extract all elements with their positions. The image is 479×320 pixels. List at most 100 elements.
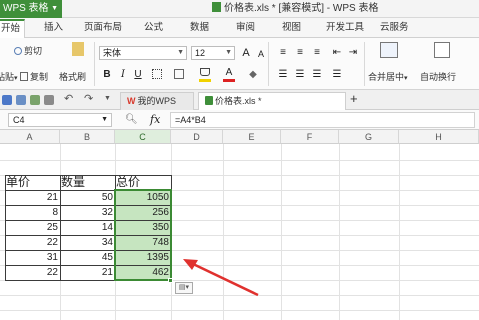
table-cell[interactable]: 34	[61, 235, 115, 250]
gridline	[281, 144, 282, 320]
formula-bar: C4 ▼ 🔍︎ fx =A4*B4	[0, 110, 479, 130]
chevron-down-icon: ▼	[101, 116, 108, 123]
borders-button[interactable]	[150, 68, 164, 82]
column-header-g[interactable]: G	[339, 130, 399, 144]
spreadsheet-grid[interactable]: A B C D E F G H 单价 数量 总价 21 50 1050 8 32…	[0, 130, 479, 320]
header-total-price[interactable]: 总价	[116, 175, 171, 190]
table-cell[interactable]: 50	[61, 190, 115, 205]
table-cell[interactable]: 22	[6, 235, 60, 250]
wrap-text-label: 自动换行	[420, 72, 457, 82]
align-left-button[interactable]: ☰	[276, 68, 290, 82]
export-pdf-icon[interactable]	[44, 95, 54, 105]
bold-button[interactable]: B	[100, 68, 114, 82]
justify-button[interactable]: ☰	[330, 68, 344, 82]
font-size-select[interactable]: 12 ▼	[191, 46, 235, 60]
ribbon: 剪切 粘贴▾ 复制 格式刷 宋体 ▼ 12 ▼ A A B I U A ◆ ≡ ≡ …	[0, 38, 479, 90]
paste-options-button[interactable]: ▤▾	[175, 282, 193, 294]
align-center-button[interactable]: ☰	[293, 68, 307, 82]
header-unit-price[interactable]: 单价	[6, 175, 60, 190]
merge-center-icon	[380, 42, 398, 60]
align-middle-button[interactable]: ≡	[293, 46, 307, 60]
font-size-value: 12	[195, 48, 206, 58]
header-quantity[interactable]: 数量	[61, 175, 115, 190]
new-tab-button[interactable]: +	[350, 92, 358, 110]
tab-price-sheet[interactable]: 价格表.xls *	[198, 92, 346, 110]
paste-label: 粘贴	[0, 72, 15, 82]
align-bottom-button[interactable]: ≡	[310, 46, 324, 60]
table-cell[interactable]: 8	[6, 205, 60, 220]
zoom-magnifier-icon[interactable]: 🔍︎	[125, 114, 138, 125]
chevron-down-icon: ▾	[185, 284, 190, 291]
column-header-a[interactable]: A	[0, 130, 60, 144]
merge-center-button[interactable]: 合并居中▾	[368, 70, 408, 83]
tab-formulas[interactable]: 公式	[144, 18, 163, 38]
grid-icon-button[interactable]	[172, 68, 186, 82]
underline-button[interactable]: U	[131, 68, 145, 82]
cell-style-icon	[174, 69, 184, 80]
fill-color-button[interactable]	[198, 66, 212, 82]
align-right-button[interactable]: ☰	[310, 68, 324, 82]
column-header-e[interactable]: E	[223, 130, 281, 144]
paste-button[interactable]: 粘贴▾	[0, 70, 18, 83]
paint-bucket-icon	[200, 68, 210, 77]
formula-text: =A4*B4	[175, 115, 206, 125]
increase-font-size-button[interactable]: A	[239, 46, 253, 60]
print-icon[interactable]	[16, 95, 26, 105]
table-cell[interactable]: 21	[61, 265, 115, 280]
paintbrush-icon	[72, 42, 84, 56]
wrap-lines-icon	[434, 42, 450, 58]
column-header-d[interactable]: D	[171, 130, 223, 144]
spreadsheet-file-icon	[205, 96, 213, 105]
tab-developer[interactable]: 开发工具	[326, 18, 364, 38]
gridline	[339, 144, 340, 320]
tab-cloud-service[interactable]: 云服务	[380, 18, 409, 38]
table-cell[interactable]: 32	[61, 205, 115, 220]
column-header-c[interactable]: C	[115, 130, 171, 144]
tab-data[interactable]: 数据	[190, 18, 209, 38]
font-color-button[interactable]: A	[222, 66, 236, 82]
tab-my-wps[interactable]: W 我的WPS	[120, 92, 194, 110]
table-cell[interactable]: 31	[6, 250, 60, 265]
table-cell[interactable]: 45	[61, 250, 115, 265]
divider	[268, 42, 269, 86]
insert-function-button[interactable]: fx	[150, 113, 160, 126]
font-name-select[interactable]: 宋体 ▼	[99, 46, 187, 60]
name-box[interactable]: C4 ▼	[8, 113, 112, 127]
decrease-font-size-button[interactable]: A	[254, 47, 268, 61]
column-header-h[interactable]: H	[399, 130, 479, 144]
print-preview-icon[interactable]	[30, 95, 40, 105]
tab-view[interactable]: 视图	[282, 18, 301, 38]
gridline	[0, 295, 479, 296]
column-header-f[interactable]: F	[281, 130, 339, 144]
table-cell[interactable]: 25	[6, 220, 60, 235]
tab-insert[interactable]: 插入	[44, 18, 63, 38]
wrap-text-button[interactable]: 自动换行	[420, 70, 456, 83]
tab-page-layout[interactable]: 页面布局	[84, 18, 122, 38]
tab-home[interactable]: 开始	[0, 19, 26, 39]
redo-icon[interactable]: ↷	[84, 92, 94, 105]
italic-button[interactable]: I	[116, 68, 130, 82]
window-title-text: 价格表.xls * [兼容模式] - WPS 表格	[224, 3, 379, 14]
quick-access-dropdown-icon[interactable]: ▼	[104, 95, 114, 105]
undo-icon[interactable]: ↶	[64, 92, 74, 105]
format-painter-button[interactable]	[60, 42, 84, 58]
indent-decrease-button[interactable]: ⇤	[330, 46, 344, 60]
save-icon[interactable]	[2, 95, 12, 105]
app-label: WPS 表格	[3, 3, 49, 14]
fill-handle[interactable]	[168, 278, 173, 283]
table-cell[interactable]: 21	[6, 190, 60, 205]
align-top-button[interactable]: ≡	[276, 46, 290, 60]
formula-input[interactable]: =A4*B4	[170, 112, 475, 128]
cut-button[interactable]: 剪切	[14, 44, 42, 57]
format-painter-label: 格式刷	[59, 72, 87, 82]
font-name-value: 宋体	[103, 48, 122, 58]
tab-review[interactable]: 审阅	[236, 18, 255, 38]
indent-increase-button[interactable]: ⇥	[346, 46, 360, 60]
table-cell[interactable]: 22	[6, 265, 60, 280]
merge-cells-icon	[380, 42, 398, 58]
table-cell[interactable]: 14	[61, 220, 115, 235]
column-header-b[interactable]: B	[60, 130, 115, 144]
copy-button[interactable]: 复制	[20, 70, 48, 83]
wps-app-menu-button[interactable]: WPS 表格 ▼	[0, 0, 62, 18]
clear-format-button[interactable]: ◆	[246, 68, 260, 82]
